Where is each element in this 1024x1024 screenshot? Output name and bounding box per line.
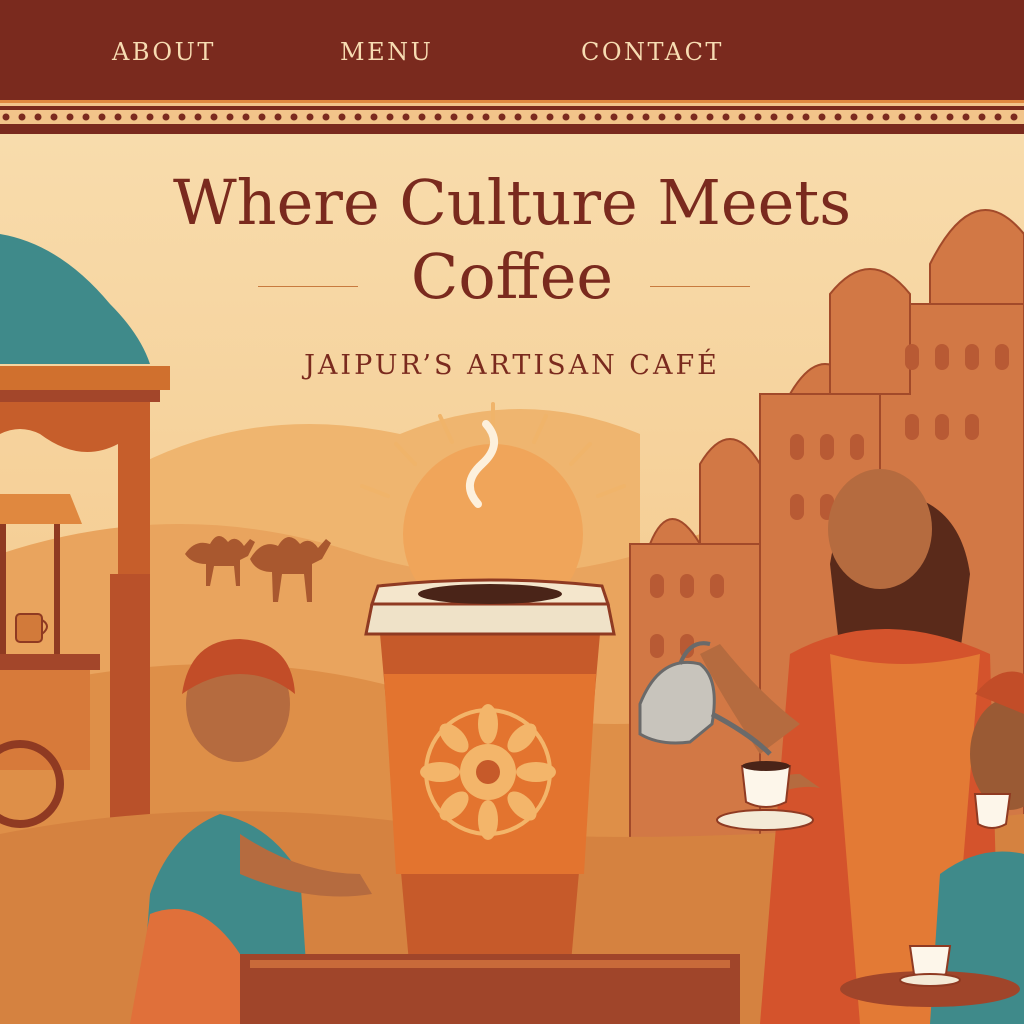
landing-page: ABOUT MENU CONTACT Where Culture Meets C… — [0, 0, 1024, 1024]
top-navigation: ABOUT MENU CONTACT — [0, 0, 1024, 100]
hero-title-line-1: Where Culture Meets — [172, 166, 852, 239]
hero-title-line-2: Coffee — [410, 240, 614, 313]
nav-menu-link[interactable]: MENU — [340, 38, 433, 66]
divider-right — [650, 286, 750, 287]
divider-left — [258, 286, 358, 287]
nav-contact-link[interactable]: CONTACT — [581, 38, 724, 66]
hero-subtitle: JAIPUR’S ARTISAN CAFÉ — [304, 350, 720, 381]
hero-title: Where Culture Meets Coffee — [0, 166, 1024, 314]
teacup-icon — [15, 613, 48, 643]
decorative-border — [0, 100, 1024, 134]
teacup-icon — [973, 793, 1012, 829]
nav-about-link[interactable]: ABOUT — [112, 38, 216, 66]
